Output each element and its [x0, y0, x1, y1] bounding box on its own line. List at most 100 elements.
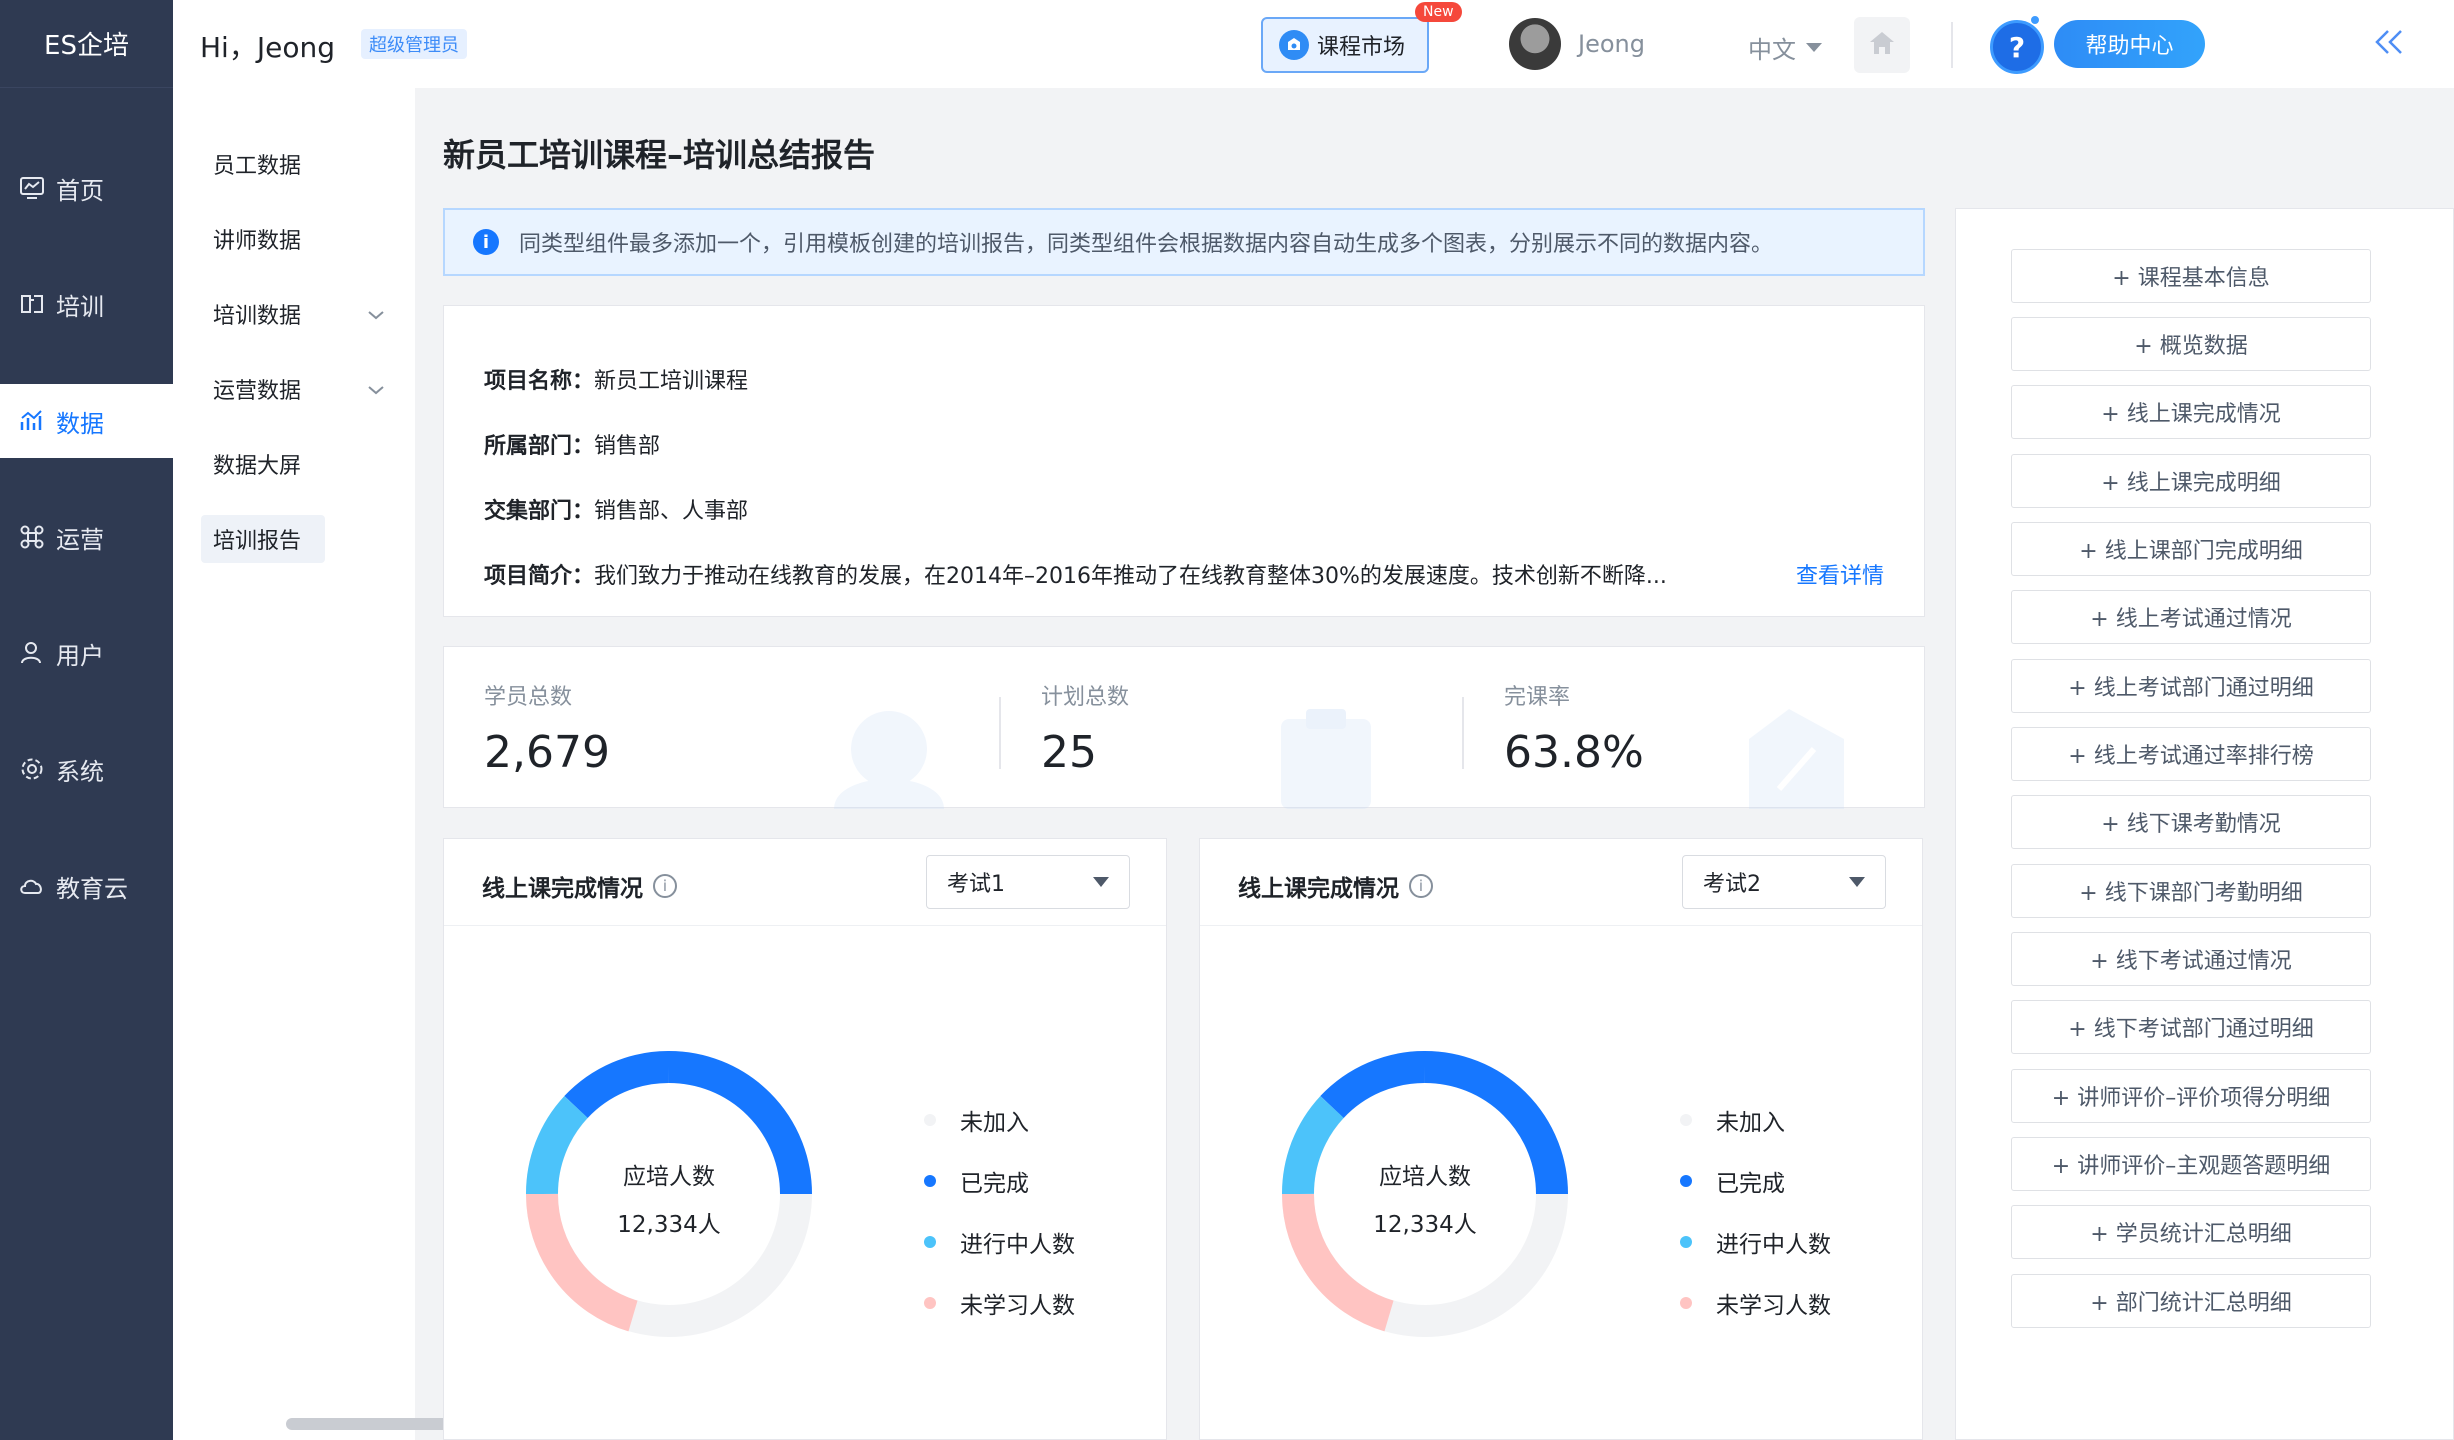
dashboard-icon — [18, 174, 46, 202]
submenu-item-operation-data[interactable]: 运营数据 — [201, 365, 397, 413]
nav-item-label: 运营 — [56, 525, 104, 554]
submenu-item-label: 数据大屏 — [213, 454, 302, 479]
top-header: Hi，Jeong 超级管理员 课程市场 New Jeong 中文 ? 帮助中心 — [173, 0, 2454, 88]
add-component-button[interactable]: + 线下课部门考勤明细 — [2011, 864, 2371, 918]
nav-item-operation[interactable]: 运营 — [0, 500, 173, 574]
add-component-button[interactable]: + 线上考试部门通过明细 — [2011, 659, 2371, 713]
user-deco-icon — [834, 711, 944, 809]
add-component-button[interactable]: + 线下考试通过情况 — [2011, 932, 2371, 986]
online-completion-chart-2: 线上课完成情况 i 考试2 应培人数 12,334人 未加入 已完成 进行中人数… — [1199, 838, 1923, 1440]
donut-segment-completed-2 — [1320, 1051, 1426, 1119]
avatar[interactable] — [1509, 18, 1561, 70]
legend-item-not-studied[interactable]: 未学习人数 — [1680, 1272, 1831, 1333]
header-divider — [1951, 22, 1953, 68]
nav-item-home[interactable]: 首页 — [0, 151, 173, 225]
caret-down-icon — [1093, 877, 1109, 887]
nav-item-system[interactable]: 系统 — [0, 732, 173, 806]
clipboard-deco-icon — [1281, 709, 1371, 809]
chevron-down-icon — [367, 377, 385, 402]
course-market-button[interactable]: 课程市场 — [1261, 17, 1429, 73]
project-intro-value: 我们致力于推动在线教育的发展，在2014年–2016年推动了在线教育整体30%的… — [594, 563, 1667, 589]
brand-logo: ES企培 — [0, 0, 173, 88]
stat-completion-rate: 完课率 63.8% — [1504, 647, 1924, 809]
component-panel: + 课程基本信息 + 概览数据 + 线上课完成情况 + 线上课完成明细 + 线上… — [1955, 208, 2454, 1440]
submenu-item-data-screen[interactable]: 数据大屏 — [201, 440, 397, 488]
add-component-button[interactable]: + 概览数据 — [2011, 317, 2371, 371]
project-collect-value: 销售部、人事部 — [594, 498, 749, 524]
legend-item-completed[interactable]: 已完成 — [1680, 1150, 1831, 1211]
gear-icon — [18, 755, 46, 783]
info-circle-icon[interactable]: i — [653, 874, 677, 898]
add-component-button[interactable]: + 线上考试通过率排行榜 — [2011, 727, 2371, 781]
stat-students: 学员总数 2,679 — [484, 647, 1004, 809]
legend-item-not-joined[interactable]: 未加入 — [1680, 1089, 1831, 1150]
submenu-item-label: 员工数据 — [213, 154, 302, 179]
project-name-label: 项目名称： — [484, 368, 595, 394]
nav-item-label: 首页 — [56, 176, 104, 205]
info-icon: i — [473, 229, 499, 255]
training-icon — [18, 290, 46, 318]
add-component-button[interactable]: + 线上考试通过情况 — [2011, 590, 2371, 644]
submenu-item-lecturer-data[interactable]: 讲师数据 — [201, 215, 397, 263]
add-component-button[interactable]: + 讲师评价–主观题答题明细 — [2011, 1137, 2371, 1191]
caret-down-icon — [1849, 877, 1865, 887]
stat-plans: 计划总数 25 — [1041, 647, 1461, 809]
market-icon — [1279, 30, 1309, 60]
project-collect-label: 交集部门： — [484, 498, 595, 524]
nav-item-training[interactable]: 培训 — [0, 267, 173, 341]
donut-chart — [1282, 1051, 1568, 1337]
add-component-button[interactable]: + 讲师评价–评价项得分明细 — [2011, 1069, 2371, 1123]
legend-item-not-studied[interactable]: 未学习人数 — [924, 1272, 1075, 1333]
nav-item-label: 系统 — [56, 757, 104, 786]
chart-header-divider — [1200, 925, 1922, 926]
cloud-icon — [18, 872, 46, 900]
exam-select[interactable]: 考试1 — [926, 855, 1130, 909]
stat-value: 63.8% — [1504, 727, 1644, 778]
donut-segment-completed-2 — [564, 1051, 670, 1119]
add-component-button[interactable]: + 部门统计汇总明细 — [2011, 1274, 2371, 1328]
legend-item-completed[interactable]: 已完成 — [924, 1150, 1075, 1211]
home-button[interactable] — [1854, 17, 1910, 73]
submenu-item-employee-data[interactable]: 员工数据 — [201, 140, 397, 188]
help-center-button[interactable]: 帮助中心 — [2054, 20, 2205, 68]
user-name[interactable]: Jeong — [1578, 30, 1645, 58]
project-dept-value: 销售部 — [594, 433, 661, 459]
donut-center-value: 12,334人 — [1373, 1212, 1477, 1238]
add-component-button[interactable]: + 线上课完成明细 — [2011, 454, 2371, 508]
stats-card: 学员总数 2,679 计划总数 25 完课率 63.8% — [443, 646, 1925, 809]
legend-item-in-progress[interactable]: 进行中人数 — [924, 1211, 1075, 1272]
legend-item-in-progress[interactable]: 进行中人数 — [1680, 1211, 1831, 1272]
view-details-link[interactable]: 查看详情 — [1796, 558, 1884, 590]
add-component-button[interactable]: + 线下考试部门通过明细 — [2011, 1000, 2371, 1054]
exam-select-value: 考试1 — [947, 872, 1005, 897]
nav-item-edu-cloud[interactable]: 教育云 — [0, 849, 173, 923]
help-question-icon[interactable]: ? — [1990, 20, 2044, 74]
collapse-panel-button[interactable] — [2369, 24, 2409, 64]
nav-item-data[interactable]: 数据 — [0, 384, 173, 458]
course-market-label: 课程市场 — [1317, 35, 1406, 60]
role-badge: 超级管理员 — [361, 29, 467, 59]
command-icon — [18, 523, 46, 551]
submenu-item-label: 培训数据 — [213, 304, 302, 329]
submenu-item-training-report[interactable]: 培训报告 — [201, 515, 325, 563]
submenu-item-training-data[interactable]: 培训数据 — [201, 290, 397, 338]
nav-item-label: 教育云 — [56, 874, 128, 903]
add-component-button[interactable]: + 线下课考勤情况 — [2011, 795, 2371, 849]
legend-item-not-joined[interactable]: 未加入 — [924, 1089, 1075, 1150]
donut-chart — [526, 1051, 812, 1337]
add-component-button[interactable]: + 线上课部门完成明细 — [2011, 522, 2371, 576]
info-text: 同类型组件最多添加一个，引用模板创建的培训报告，同类型组件会根据数据内容自动生成… — [519, 232, 1774, 257]
chart-title: 线上课完成情况 i — [1238, 869, 1433, 903]
chart-title: 线上课完成情况 i — [482, 869, 677, 903]
add-component-button[interactable]: + 学员统计汇总明细 — [2011, 1205, 2371, 1259]
project-dept-label: 所属部门： — [484, 433, 595, 459]
language-select[interactable]: 中文 — [1748, 30, 1822, 65]
info-circle-icon[interactable]: i — [1409, 874, 1433, 898]
add-component-button[interactable]: + 线上课完成情况 — [2011, 385, 2371, 439]
exam-select[interactable]: 考试2 — [1682, 855, 1886, 909]
project-info-card: 项目名称： 新员工培训课程 所属部门： 销售部 交集部门： 销售部、人事部 项目… — [443, 305, 1925, 617]
project-name-value: 新员工培训课程 — [594, 368, 749, 394]
submenu-item-label: 运营数据 — [213, 379, 302, 404]
add-component-button[interactable]: + 课程基本信息 — [2011, 249, 2371, 303]
nav-item-users[interactable]: 用户 — [0, 616, 173, 690]
